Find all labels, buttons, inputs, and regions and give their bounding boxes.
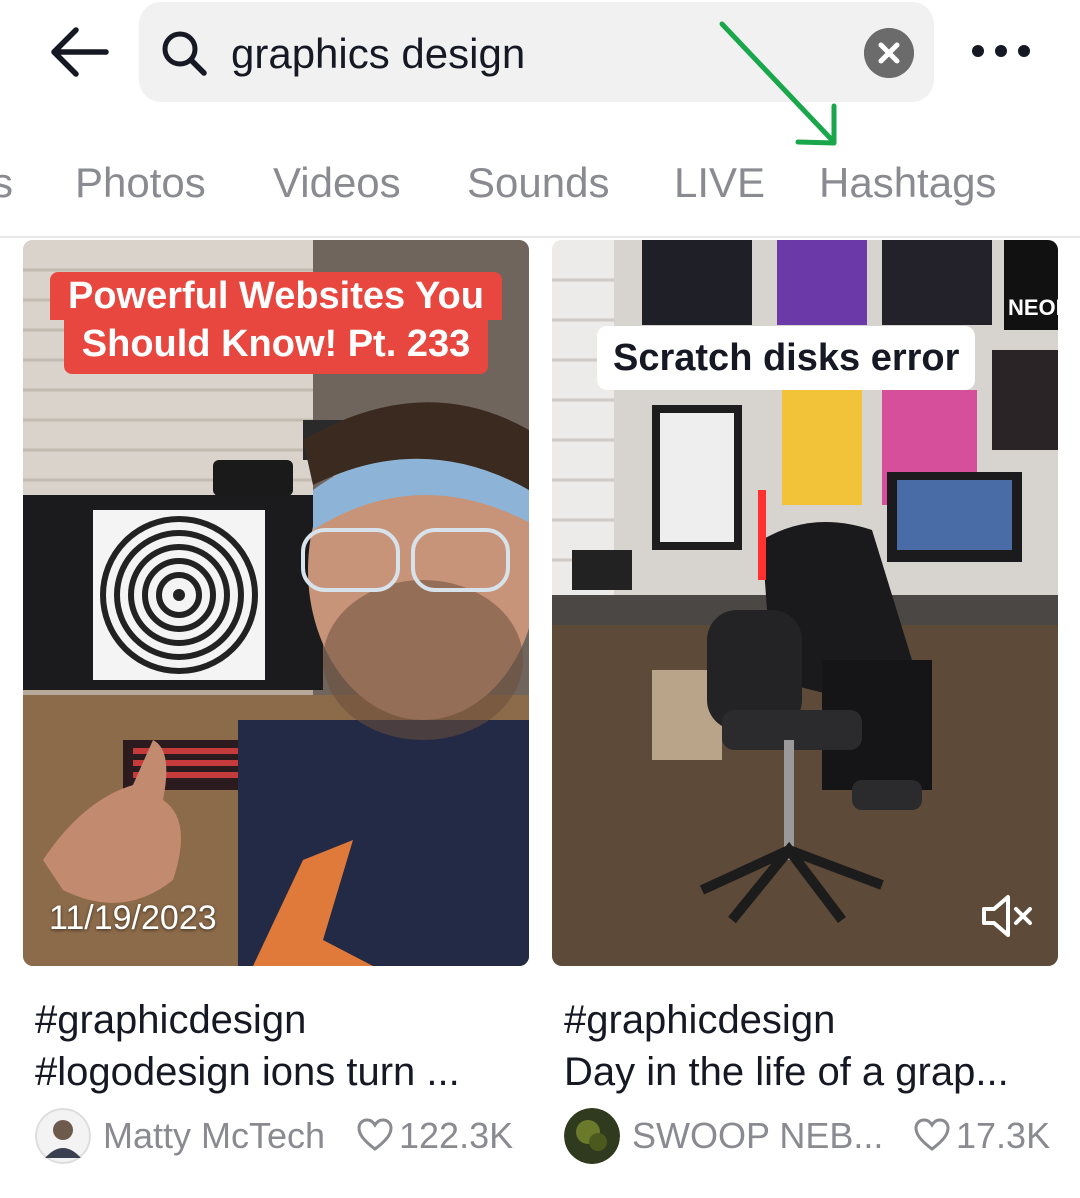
video-overlay-caption: Powerful Websites You Should Know! Pt. 2… — [41, 272, 511, 374]
author-name[interactable]: SWOOP NEB... — [632, 1114, 883, 1158]
search-tabs: s Photos Videos Sounds LIVE Hashtags — [0, 140, 1080, 238]
post-date: 11/19/2023 — [49, 899, 217, 937]
tab-live[interactable]: LIVE — [674, 158, 765, 208]
search-input[interactable]: graphics design — [231, 28, 525, 80]
avatar[interactable] — [564, 1108, 620, 1164]
overlay-line: Powerful Websites You — [50, 272, 502, 320]
top-bar: graphics design — [0, 0, 1080, 110]
overlay-line: Should Know! Pt. 233 — [63, 320, 489, 374]
more-icon[interactable] — [966, 36, 1036, 66]
video-description[interactable]: #graphicdesign Day in the life of a grap… — [564, 994, 1054, 1098]
like-count: 17.3K — [956, 1115, 1051, 1156]
search-icon — [162, 31, 207, 76]
search-bar[interactable]: graphics design — [139, 2, 934, 102]
tab-sounds[interactable]: Sounds — [467, 158, 609, 208]
video-meta: SWOOP NEB... 17.3K — [564, 1108, 1058, 1164]
author-name[interactable]: Matty McTech — [103, 1114, 325, 1158]
tab-partial[interactable]: s — [0, 158, 13, 208]
mute-icon[interactable] — [980, 892, 1036, 940]
avatar[interactable] — [35, 1108, 91, 1164]
heart-icon — [357, 1118, 393, 1151]
description-line: Day in the life of a grap... — [564, 1050, 1009, 1094]
video-description[interactable]: #graphicdesign #logodesign ions turn ... — [35, 994, 525, 1098]
video-meta: Matty McTech 122.3K — [35, 1108, 529, 1164]
description-line: #graphicdesign — [35, 998, 307, 1042]
tab-photos[interactable]: Photos — [75, 158, 206, 208]
description-line: #graphicdesign — [564, 998, 836, 1042]
description-line: #logodesign ions turn ... — [35, 1050, 460, 1094]
video-thumbnail[interactable]: NEON Scratch disks erro — [552, 240, 1058, 966]
overlay-line: Scratch disks error — [613, 337, 960, 379]
video-thumbnail[interactable]: Powerful Websites You Should Know! Pt. 2… — [23, 240, 529, 966]
like-count: 122.3K — [399, 1115, 514, 1156]
tab-hashtags[interactable]: Hashtags — [819, 158, 996, 208]
poster-text: NEON — [1008, 295, 1058, 320]
video-overlay-caption: Scratch disks error — [597, 326, 976, 390]
back-arrow-icon[interactable] — [44, 22, 114, 82]
heart-icon — [914, 1118, 950, 1151]
clear-icon[interactable] — [864, 28, 914, 78]
tab-videos[interactable]: Videos — [273, 158, 401, 208]
